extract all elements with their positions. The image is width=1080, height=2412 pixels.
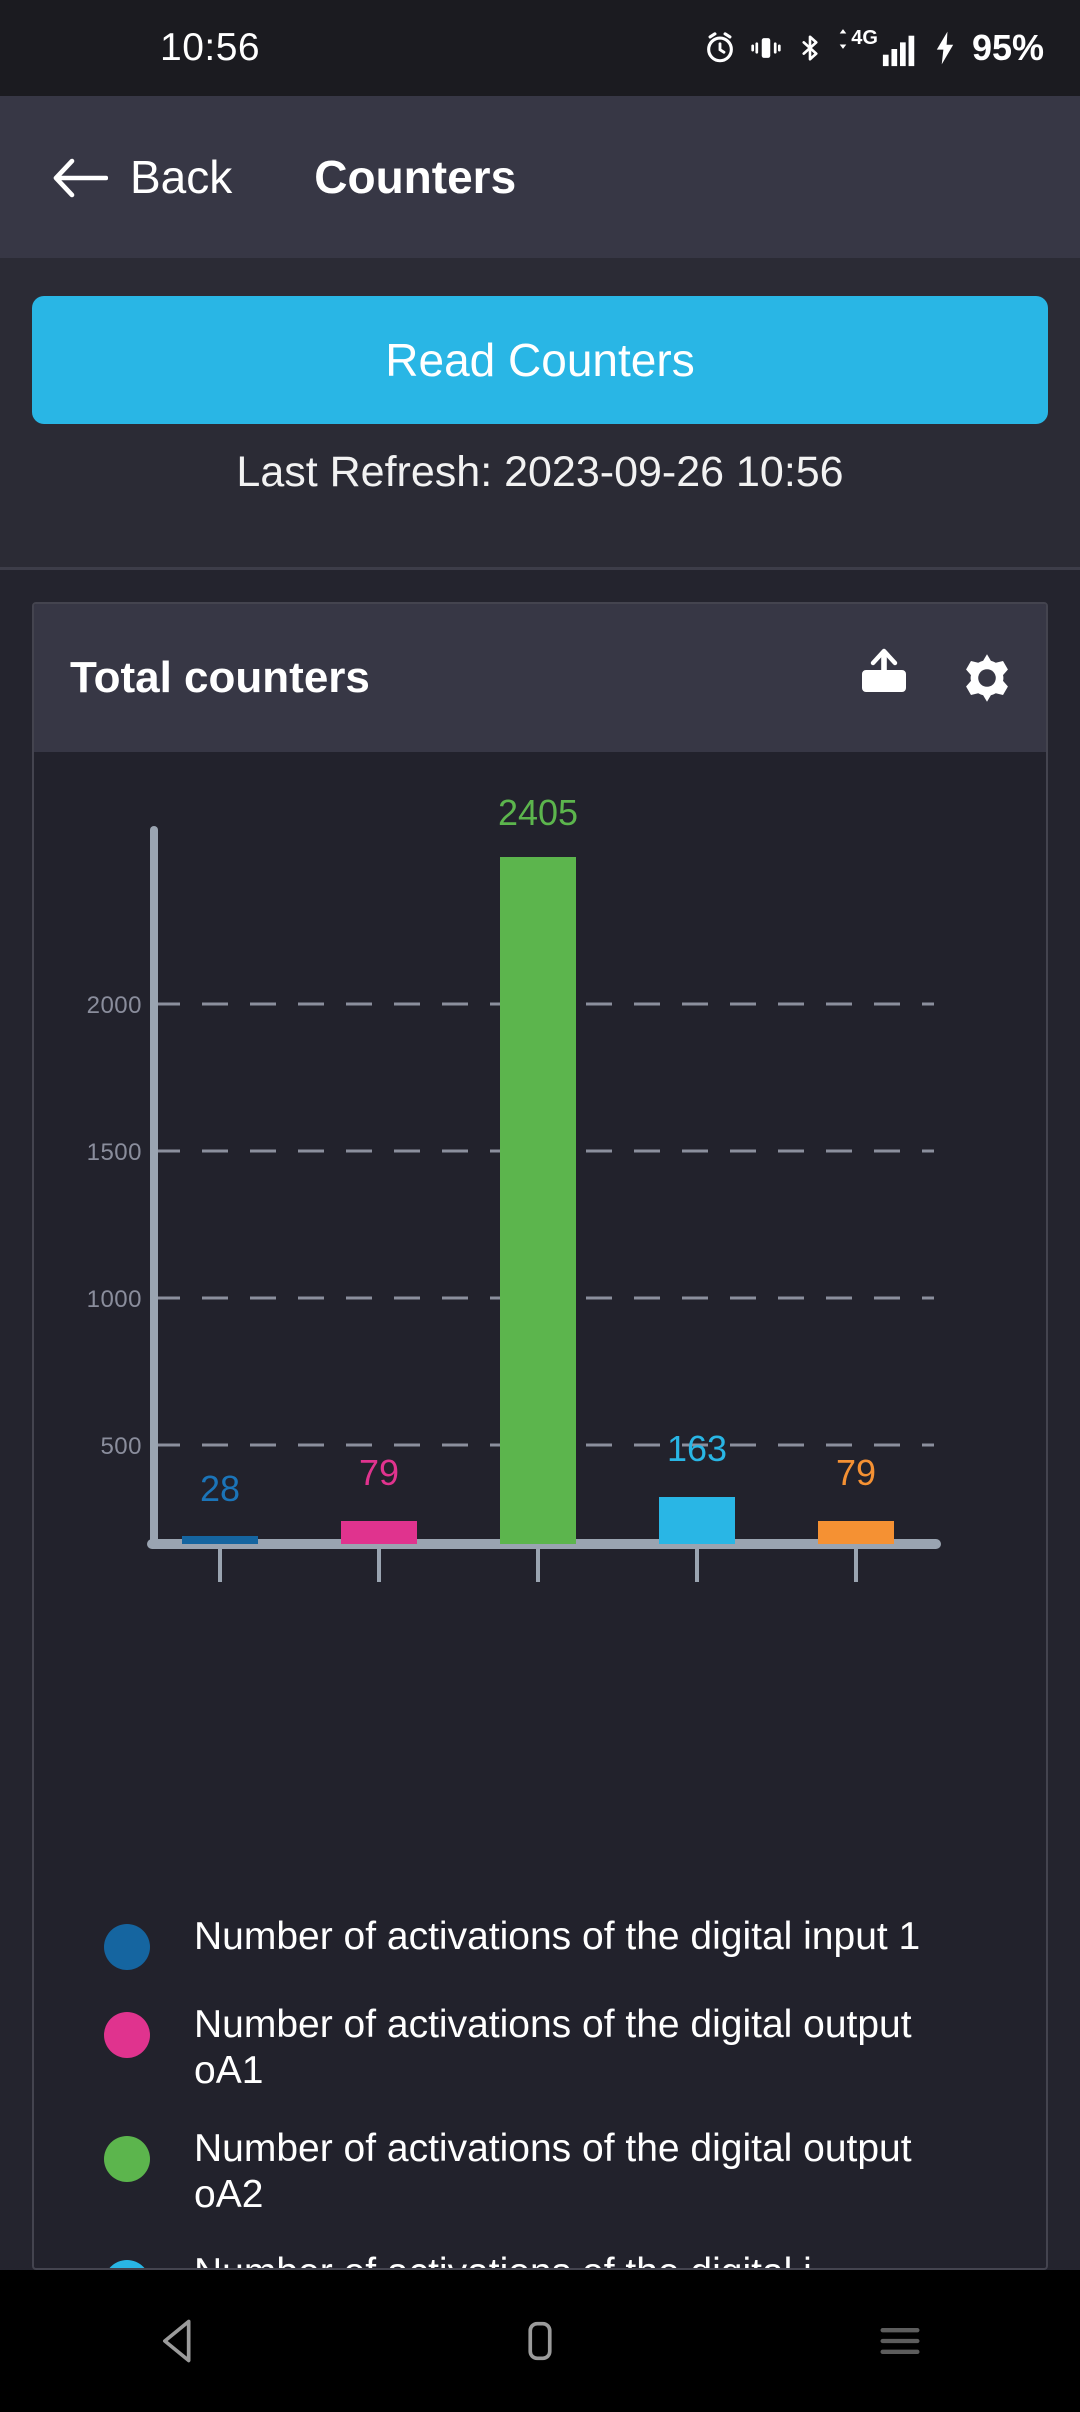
action-area: Read Counters Last Refresh: 2023-09-26 1…	[0, 258, 1080, 570]
legend-item[interactable]: Number of activations of the digital inp…	[34, 1898, 1046, 1986]
legend-color-dot	[104, 2136, 150, 2183]
y-tick-label-2000: 2000	[86, 992, 142, 1019]
app-bar: Back Counters	[0, 96, 1080, 258]
y-tick-label-1500: 1500	[86, 1139, 142, 1166]
legend-color-dot	[104, 2012, 150, 2058]
y-tick-label-500: 500	[100, 1433, 142, 1460]
legend-item[interactable]: Number of activations of the digital out…	[34, 1986, 1046, 2110]
back-button-label: Back	[130, 151, 233, 203]
arrow-left-icon	[52, 157, 109, 198]
legend-color-dot	[104, 1924, 150, 1970]
bar-value-1: 28	[199, 1468, 241, 1509]
signal-icon: 4G	[837, 28, 920, 68]
bar-value-2: 79	[358, 1452, 400, 1493]
page-title: Counters	[314, 151, 517, 203]
status-bar: 10:56 4G 95%	[0, 0, 1080, 96]
vibrate-icon	[749, 31, 783, 65]
alarm-icon	[703, 31, 737, 65]
bar-value-5: 79	[835, 1452, 877, 1493]
nav-recents-icon[interactable]	[874, 2315, 926, 2367]
legend-item-label: Number of activations of the digital out…	[194, 2003, 912, 2093]
nav-home-icon[interactable]	[514, 2315, 566, 2367]
bar-1	[182, 1536, 258, 1544]
gear-icon[interactable]	[956, 647, 1018, 709]
phone-screen: 10:56 4G 95% Back Counters Read Counters…	[0, 0, 1080, 2412]
chart-bars	[182, 857, 894, 1544]
bar-2	[341, 1521, 417, 1544]
bar-chart: 2000 1500 1000 500 28 79 2405 163 79	[34, 752, 1046, 1872]
y-tick-label-1000: 1000	[86, 1286, 142, 1313]
last-refresh-label: Last Refresh: 2023-09-26 10:56	[236, 448, 844, 496]
x-axis-ticks	[218, 1549, 858, 1582]
share-icon[interactable]	[856, 648, 912, 708]
charging-bolt-icon	[932, 30, 958, 66]
total-counters-card: Total counters 2000 1500 1000 500 28 79 …	[32, 602, 1048, 2270]
back-button[interactable]: Back	[52, 150, 232, 204]
card-title: Total counters	[70, 653, 370, 702]
status-bar-icons: 4G 95%	[703, 27, 1044, 69]
bar-5	[818, 1521, 894, 1544]
bluetooth-icon	[795, 31, 825, 65]
bar-value-4: 163	[666, 1428, 728, 1469]
legend-item-label: Number of activations of the digital out…	[194, 2127, 912, 2217]
bar-3	[500, 857, 576, 1544]
legend-item-label: Number of activations of the digital i	[194, 2250, 812, 2268]
card-header: Total counters	[34, 604, 1046, 752]
card-actions	[856, 647, 1018, 709]
network-type-label: 4G	[851, 27, 878, 49]
status-bar-clock: 10:56	[160, 26, 261, 69]
chart-canvas	[147, 826, 941, 1582]
bar-4	[659, 1497, 735, 1544]
read-counters-button[interactable]: Read Counters	[32, 296, 1048, 424]
chart-legend: Number of activations of the digital inp…	[34, 1872, 1046, 2268]
legend-item[interactable]: Number of activations of the digital i	[34, 2234, 1046, 2268]
nav-back-icon[interactable]	[154, 2315, 206, 2367]
legend-color-dot	[104, 2260, 150, 2268]
battery-percent-label: 95%	[971, 27, 1044, 68]
legend-item-label: Number of activations of the digital inp…	[194, 1915, 921, 1958]
legend-item[interactable]: Number of activations of the digital out…	[34, 2110, 1046, 2234]
bar-value-3: 2405	[497, 792, 579, 833]
android-nav-bar	[0, 2270, 1080, 2412]
